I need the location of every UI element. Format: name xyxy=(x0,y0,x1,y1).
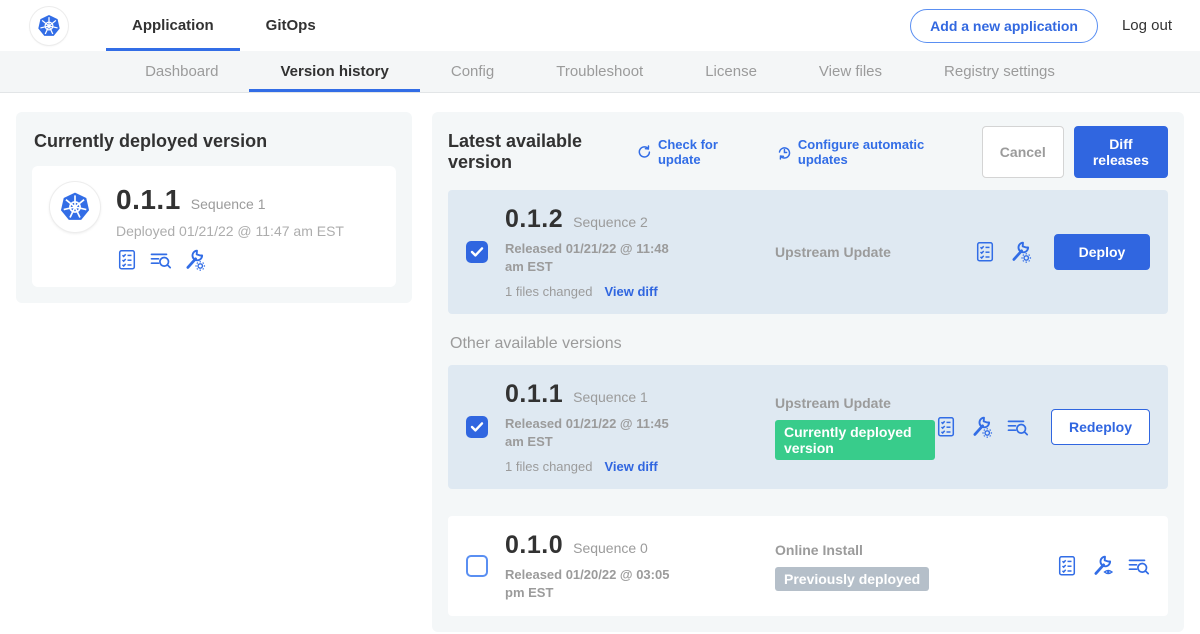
view-diff-link[interactable]: View diff xyxy=(604,284,657,299)
currently-deployed-panel: Currently deployed version 0.1.1 Sequenc… xyxy=(16,112,412,303)
tab-application[interactable]: Application xyxy=(106,0,240,51)
log-out-button[interactable]: Log out xyxy=(1122,17,1172,34)
version-source-label: Online Install xyxy=(775,542,1056,558)
check-for-update-label: Check for update xyxy=(658,137,751,167)
tab-gitops[interactable]: GitOps xyxy=(240,0,342,51)
files-changed-label: 1 files changed xyxy=(505,459,592,474)
check-for-update-link[interactable]: Check for update xyxy=(637,137,751,167)
config-gear-icon[interactable] xyxy=(184,249,206,271)
version-number: 0.1.1 xyxy=(505,380,563,409)
subnav-config[interactable]: Config xyxy=(420,51,525,92)
redeploy-button[interactable]: Redeploy xyxy=(1051,409,1150,445)
sequence-label: Sequence 1 xyxy=(573,389,648,405)
preflight-checks-icon[interactable] xyxy=(974,241,996,263)
version-number: 0.1.2 xyxy=(505,205,563,234)
subnav-version-history[interactable]: Version history xyxy=(249,51,419,92)
configure-updates-label: Configure automatic updates xyxy=(798,137,956,167)
config-gear-icon[interactable] xyxy=(1010,241,1032,263)
version-source-label: Upstream Update xyxy=(775,244,974,260)
preflight-checks-icon[interactable] xyxy=(935,416,957,438)
deployed-timestamp: Deployed 01/21/22 @ 11:47 am EST xyxy=(116,223,344,239)
subnav-troubleshoot[interactable]: Troubleshoot xyxy=(525,51,674,92)
add-new-application-button[interactable]: Add a new application xyxy=(910,9,1098,43)
deploy-button[interactable]: Deploy xyxy=(1054,234,1150,270)
config-view-icon[interactable] xyxy=(1092,555,1114,577)
subnav-license[interactable]: License xyxy=(674,51,788,92)
sequence-label: Sequence 2 xyxy=(573,214,648,230)
version-source-label: Upstream Update xyxy=(775,395,935,411)
version-row-0-1-0: 0.1.0 Sequence 0 Released 01/20/22 @ 03:… xyxy=(448,516,1168,616)
preflight-checks-icon[interactable] xyxy=(116,249,138,271)
latest-available-title: Latest available version xyxy=(448,131,627,173)
version-row-0-1-2: 0.1.2 Sequence 2 Released 01/21/22 @ 11:… xyxy=(448,190,1168,314)
view-diff-link[interactable]: View diff xyxy=(604,459,657,474)
schedule-update-icon xyxy=(777,144,792,161)
version-0-1-0-checkbox[interactable] xyxy=(466,555,488,577)
previously-deployed-badge: Previously deployed xyxy=(775,567,929,591)
configure-automatic-updates-link[interactable]: Configure automatic updates xyxy=(777,137,956,167)
deployed-version-number: 0.1.1 xyxy=(116,184,181,216)
released-timestamp: Released 01/21/22 @ 11:48 am EST xyxy=(505,240,690,275)
deploy-logs-icon[interactable] xyxy=(150,249,172,271)
app-kubernetes-icon xyxy=(50,182,100,232)
available-versions-panel: Latest available version Check for updat… xyxy=(432,112,1184,632)
released-timestamp: Released 01/21/22 @ 11:45 am EST xyxy=(505,415,690,450)
currently-deployed-badge: Currently deployed version xyxy=(775,420,935,460)
other-available-versions-label: Other available versions xyxy=(450,335,1168,353)
sequence-label: Sequence 0 xyxy=(573,540,648,556)
deploy-logs-icon[interactable] xyxy=(1128,555,1150,577)
version-row-0-1-1: 0.1.1 Sequence 1 Released 01/21/22 @ 11:… xyxy=(448,365,1168,489)
released-timestamp: Released 01/20/22 @ 03:05 pm EST xyxy=(505,566,690,601)
diff-releases-button[interactable]: Diff releases xyxy=(1074,126,1168,178)
config-gear-icon[interactable] xyxy=(971,416,993,438)
files-changed-label: 1 files changed xyxy=(505,284,592,299)
version-0-1-2-checkbox[interactable] xyxy=(466,241,488,263)
kubernetes-logo-icon xyxy=(30,7,68,45)
currently-deployed-card: 0.1.1 Sequence 1 Deployed 01/21/22 @ 11:… xyxy=(32,166,396,287)
subnav-dashboard[interactable]: Dashboard xyxy=(114,51,249,92)
subnav-view-files[interactable]: View files xyxy=(788,51,913,92)
preflight-checks-icon[interactable] xyxy=(1056,555,1078,577)
deployed-sequence-label: Sequence 1 xyxy=(191,196,266,212)
currently-deployed-title: Currently deployed version xyxy=(34,131,396,152)
deploy-logs-icon[interactable] xyxy=(1007,416,1029,438)
app-subnav: Dashboard Version history Config Trouble… xyxy=(0,51,1200,93)
version-0-1-1-checkbox[interactable] xyxy=(466,416,488,438)
refresh-icon xyxy=(637,144,652,161)
version-number: 0.1.0 xyxy=(505,531,563,560)
top-nav: Application GitOps Add a new application… xyxy=(0,0,1200,51)
top-nav-tabs: Application GitOps xyxy=(106,0,342,51)
subnav-registry-settings[interactable]: Registry settings xyxy=(913,51,1086,92)
cancel-button[interactable]: Cancel xyxy=(982,126,1064,178)
